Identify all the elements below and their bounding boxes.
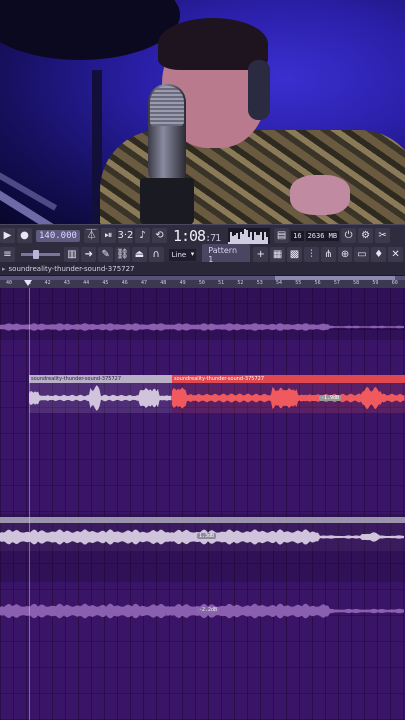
transport-toolbar: ▶ ● 140.000 ⏄ ⏯ 3·2 ♪ ⟲ 1:08:71 ▤ 16 263… — [0, 224, 405, 266]
toolbar-row-transport: ▶ ● 140.000 ⏄ ⏯ 3·2 ♪ ⟲ 1:08:71 ▤ 16 263… — [0, 226, 405, 245]
ruler-bar-number: 51 — [218, 280, 225, 286]
ruler-bar-number: 59 — [372, 280, 379, 286]
ruler-bar-number: 46 — [121, 280, 128, 286]
tempo-display[interactable]: 140.000 — [36, 229, 80, 242]
clip-volume-badge: -1.9dB — [319, 395, 342, 401]
ruler-bar-number: 48 — [160, 280, 167, 286]
ruler-bar-number: 42 — [44, 280, 51, 286]
ruler-bar-number: 53 — [256, 280, 263, 286]
browser-icon[interactable]: ⋔ — [320, 247, 336, 262]
cpu-bar — [266, 237, 269, 244]
tools-icon[interactable]: ✕ — [388, 247, 404, 262]
playlist-menu-icon[interactable]: ▸ — [2, 265, 6, 273]
clip-waveform — [172, 386, 405, 410]
loop-record-icon[interactable]: ⟲ — [151, 228, 167, 243]
waveform-shape — [29, 385, 172, 411]
ruler-bar-number: 54 — [276, 280, 283, 286]
audio-clip-normal[interactable]: soundreality-thunder-sound-375727 — [29, 375, 172, 413]
clip-volume-badge: 1.3dB — [197, 533, 217, 539]
playhead-line — [29, 288, 30, 720]
microphone-grille — [150, 86, 184, 126]
ruler-bar-number: 43 — [63, 280, 70, 286]
waveform-shape — [172, 386, 405, 410]
stamp-icon[interactable]: ⏏ — [131, 247, 147, 262]
sheet-icon[interactable]: ▭ — [354, 247, 370, 262]
person-hand — [290, 175, 350, 215]
channel-rack-icon[interactable]: ▩ — [287, 247, 302, 262]
mixer-icon[interactable]: ⫶ — [303, 247, 319, 262]
playlist-grid[interactable]: soundreality-thunder-sound-375727 soundr… — [0, 288, 405, 720]
playlist-title-bar: ▸ soundreality-thunder-sound-375727 — [0, 262, 405, 276]
pattern-song-switch-icon[interactable]: ▤ — [274, 228, 290, 243]
paint-icon[interactable]: ✎ — [98, 247, 114, 262]
countdown-icon[interactable]: 3·2 — [117, 228, 133, 243]
link-icon[interactable]: ⛓ — [115, 247, 130, 262]
clip-header: soundreality-thunder-sound-375727 — [29, 375, 172, 383]
magnet-icon[interactable]: ∩ — [148, 247, 164, 262]
ruler-bar-number: 47 — [141, 280, 148, 286]
ruler-bar-number: 44 — [83, 280, 90, 286]
audio-clip-selected[interactable]: soundreality-thunder-sound-375727 -1.9dB — [172, 375, 405, 413]
clip-header: soundreality-thunder-sound-375727 — [172, 375, 405, 383]
add-pattern-icon[interactable]: + — [253, 247, 269, 262]
waveform-shape — [0, 323, 404, 331]
snap-select[interactable]: Line — [168, 248, 197, 261]
wait-icon[interactable]: ⏯ — [100, 228, 116, 243]
ruler-bar-number: 45 — [102, 280, 109, 286]
ruler-bar-number: 56 — [314, 280, 321, 286]
clip-waveform — [29, 385, 172, 411]
audio-clip-long[interactable]: 1.3dB — [0, 517, 405, 551]
ghost-waveform-top — [0, 323, 404, 331]
playlist-icon[interactable]: ▦ — [270, 247, 286, 262]
ruler-bar-number: 55 — [295, 280, 302, 286]
arrow-icon[interactable]: ➜ — [81, 247, 97, 262]
timeline-ruler[interactable]: 40 41 42 43 44 45 46 47 48 49 50 51 52 53 54 55 56 57 58 59… — [0, 276, 405, 288]
marker-icon[interactable]: ♦ — [371, 247, 387, 262]
ruler-bar-number: 60 — [391, 280, 398, 286]
ruler-bar-numbers: 40 41 42 43 44 45 46 47 48 49 50 51 52 53 54 55 56 57 58 59… — [0, 280, 405, 288]
settings-icon[interactable]: ⚙ — [358, 228, 374, 243]
playhead-marker-icon[interactable] — [24, 280, 32, 286]
audio-clip-dim[interactable]: -2.2dB — [0, 596, 405, 626]
record-icon[interactable]: ● — [17, 228, 32, 243]
power-icon[interactable]: ⏻ — [341, 228, 357, 243]
playlist-title: soundreality-thunder-sound-375727 — [8, 264, 135, 273]
webcam-overlay — [0, 0, 405, 224]
song-time-sub: 71 — [210, 232, 221, 244]
menu-icon[interactable]: ≡ — [0, 247, 15, 262]
metronome-icon[interactable]: ⏄ — [83, 228, 99, 243]
ruler-bar-number: 58 — [353, 280, 360, 286]
headphones — [248, 60, 270, 120]
blend-notes-icon[interactable]: ♪ — [134, 228, 150, 243]
ruler-bar-number: 50 — [198, 280, 205, 286]
memory-usage: 2636 MB — [305, 230, 340, 241]
song-time-main: 1:08 — [172, 226, 206, 245]
ruler-bar-number: 57 — [333, 280, 340, 286]
master-pitch-slider[interactable] — [20, 250, 61, 259]
monitor-value: 16 — [291, 230, 304, 241]
cpu-graph — [228, 227, 271, 244]
play-icon[interactable]: ▶ — [0, 228, 15, 243]
clip-volume-badge: -2.2dB — [197, 607, 220, 613]
ruler-bar-number: 49 — [179, 280, 186, 286]
studio-lamp — [0, 0, 180, 60]
ruler-bar-number: 52 — [237, 280, 244, 286]
song-time-display: 1:08:71 — [172, 226, 221, 245]
ruler-bar-number: 40 — [6, 280, 13, 286]
plugin-icon[interactable]: ⊕ — [337, 247, 353, 262]
cut-icon[interactable]: ✂ — [375, 228, 391, 243]
mic-shock-mount — [140, 178, 194, 224]
keyboard-icon[interactable]: ▥ — [64, 247, 80, 262]
